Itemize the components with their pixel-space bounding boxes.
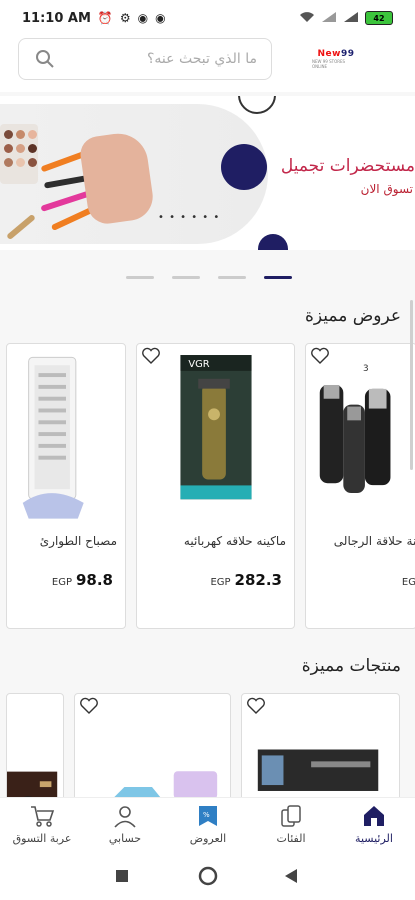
logo-subtitle: NEW 99 STORES ONLINE <box>312 59 346 69</box>
nav-label: حسابي <box>108 832 142 845</box>
nav-item-offers[interactable]: % العروض <box>168 804 248 845</box>
cart-icon <box>31 806 55 827</box>
logo-number: 99 <box>340 49 355 59</box>
svg-text:3: 3 <box>363 364 369 374</box>
favorite-heart-icon[interactable] <box>246 697 266 715</box>
product-card[interactable] <box>74 693 231 813</box>
brush-image <box>50 206 94 232</box>
decorative-dots: • • • • • • <box>158 212 221 223</box>
decorative-circle <box>258 234 288 250</box>
nav-item-account[interactable]: حسابي <box>85 804 165 845</box>
carousel-dot[interactable] <box>218 276 246 279</box>
decorative-ring <box>238 96 276 114</box>
product-card[interactable]: VGR ماكينه حلاقه كهربائيه EGP 282.3 <box>136 343 295 629</box>
status-bar: 11:10 AM ⏰ ⚙ ◉ ◉ 42 <box>0 0 415 36</box>
decorative-circle <box>221 144 267 190</box>
bottom-navigation: عربة التسوق حسابي % العروض الفئات الرئيس… <box>0 797 415 856</box>
product-card[interactable]: 3 ماكينة حلاقة الرجالى EG <box>305 343 415 629</box>
nav-item-categories[interactable]: الفئات <box>251 804 331 845</box>
favorite-heart-icon[interactable] <box>310 347 330 365</box>
nav-label: عربة التسوق <box>12 832 72 845</box>
offers-icon: % <box>199 806 217 826</box>
home-icon <box>364 806 384 826</box>
favorite-heart-icon[interactable] <box>79 697 99 715</box>
nav-item-home[interactable]: الرئيسية <box>334 804 414 845</box>
logo-text: New <box>317 49 341 59</box>
makeup-bag-image <box>78 129 156 227</box>
home-circle-icon[interactable] <box>198 866 218 886</box>
eyeshadow-palette-image <box>0 124 38 184</box>
product-card[interactable] <box>241 693 400 813</box>
carousel-dot-active[interactable] <box>264 276 292 279</box>
signal-icon <box>321 11 337 26</box>
section-title-offers: عروض مميزة <box>304 306 401 326</box>
system-navigation-bar <box>0 855 415 900</box>
scrollbar[interactable] <box>410 300 413 470</box>
carousel-dot[interactable] <box>172 276 200 279</box>
app-notification-icon: ◉ <box>155 11 166 25</box>
product-name: مصباح الطوارئ <box>39 534 117 548</box>
categories-icon <box>281 805 301 827</box>
app-header: New99 NEW 99 STORES ONLINE <box>0 36 415 92</box>
brush-image <box>40 190 92 212</box>
nav-label: العروض <box>189 832 227 845</box>
status-time: 11:10 AM <box>22 10 91 26</box>
price-currency: EGP <box>210 577 231 588</box>
product-name: ماكينه حلاقه كهربائيه <box>183 534 286 548</box>
product-price: EGP 98.8 <box>52 570 113 589</box>
svg-text:VGR: VGR <box>188 359 209 370</box>
search-input[interactable] <box>55 50 259 68</box>
carousel-indicators <box>126 276 292 279</box>
wifi-icon <box>299 11 315 26</box>
search-icon[interactable] <box>35 49 55 69</box>
price-currency: EGP <box>51 577 72 588</box>
promo-banner[interactable]: • • • • • • مستحضرات تجميل تسوق الان <box>0 96 415 250</box>
product-image <box>22 356 84 519</box>
carousel-dot[interactable] <box>126 276 154 279</box>
product-card[interactable] <box>6 693 64 813</box>
product-image <box>7 771 58 812</box>
section-title-products: منتجات مميزة <box>301 656 401 676</box>
svg-text:%: % <box>203 811 210 819</box>
price-value: 98.8 <box>75 571 113 589</box>
nav-label: الفئات <box>276 832 306 845</box>
banner-subtitle: تسوق الان <box>360 182 413 196</box>
back-icon[interactable] <box>284 868 298 884</box>
product-price: EGP 282.3 <box>210 570 282 589</box>
settings-icon: ⚙ <box>119 11 131 25</box>
recents-icon[interactable] <box>115 869 129 883</box>
app-notification-icon: ◉ <box>137 11 149 25</box>
user-icon <box>114 806 136 828</box>
product-name: ماكينة حلاقة الرجالى <box>333 534 415 548</box>
nav-item-cart[interactable]: عربة التسوق <box>2 804 82 845</box>
product-price: EG <box>402 570 415 589</box>
alarm-icon: ⏰ <box>97 11 113 25</box>
favorite-heart-icon[interactable] <box>141 347 161 365</box>
price-value: 282.3 <box>234 571 282 589</box>
product-image: VGR <box>180 355 252 500</box>
product-image: 3 <box>319 364 391 494</box>
banner-title: مستحضرات تجميل <box>280 156 415 176</box>
price-currency: EG <box>401 577 415 588</box>
search-bar[interactable] <box>18 38 272 80</box>
signal-icon <box>343 11 359 26</box>
product-card[interactable]: مصباح الطوارئ EGP 98.8 <box>6 343 126 629</box>
nav-label: الرئيسية <box>355 832 393 845</box>
battery-icon: 42 <box>365 11 393 25</box>
eyelash-curler-image <box>6 213 36 241</box>
logo: New99 NEW 99 STORES ONLINE <box>312 46 360 72</box>
